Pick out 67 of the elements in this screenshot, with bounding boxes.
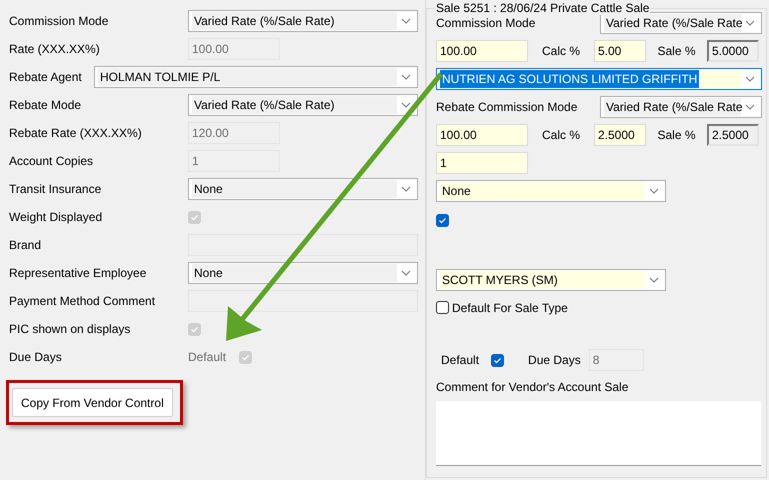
field-label: Representative Employee	[9, 265, 146, 282]
field-label: Calc %	[542, 127, 580, 144]
field-label: Weight Displayed	[9, 209, 102, 226]
field-label: Transit Insurance	[9, 181, 102, 198]
input-field[interactable]	[188, 234, 418, 256]
dropdown[interactable]: HOLMAN TOLMIE P/L	[94, 66, 418, 88]
dropdown[interactable]: None	[188, 178, 418, 200]
field-label: Rebate Rate (XXX.XX%)	[9, 125, 142, 142]
input-field[interactable]: 1	[436, 152, 528, 174]
chevron-down-icon	[745, 104, 755, 110]
dropdown[interactable]: SCOTT MYERS (SM)	[436, 268, 666, 290]
input-field[interactable]: 120.00	[188, 122, 280, 144]
checkmark-icon	[190, 212, 199, 222]
input-field[interactable]	[188, 290, 418, 312]
field-label: Commission Mode	[9, 13, 108, 30]
input-field[interactable]: 2.5000	[594, 124, 646, 146]
field-label: PIC shown on displays	[9, 321, 130, 338]
input-field[interactable]: 100.00	[436, 124, 528, 146]
chevron-down-icon	[401, 74, 411, 80]
field-label: Payment Method Comment	[9, 293, 156, 310]
field-label: Sale %	[657, 127, 696, 144]
chevron-down-icon	[401, 186, 411, 192]
chevron-down-icon	[745, 76, 755, 82]
dropdown[interactable]: Varied Rate (%/Sale Rate	[600, 96, 762, 118]
default-label: Default	[188, 349, 226, 366]
checkmark-icon	[493, 356, 502, 364]
field-label: Rebate Agent	[9, 69, 82, 86]
field-label: Default	[441, 352, 480, 369]
input-field[interactable]: 5.0000	[707, 40, 759, 62]
dropdown[interactable]: None	[436, 180, 666, 202]
input-field[interactable]: 1	[188, 150, 280, 172]
checkbox[interactable]	[436, 301, 449, 314]
dropdown[interactable]: Varied Rate (%/Sale Rate)	[188, 10, 418, 32]
checkmark-icon	[241, 352, 250, 362]
checkmark-icon	[190, 324, 199, 334]
field-label: Sale %	[657, 43, 696, 60]
field-label: Rebate Commission Mode	[436, 99, 578, 116]
chevron-down-icon	[649, 276, 659, 282]
input-field[interactable]: 100.00	[436, 40, 528, 62]
field-label: Rate (XXX.XX%)	[9, 41, 100, 58]
field-label: Comment for Vendor's Account Sale	[436, 379, 628, 396]
field-label: Due Days	[9, 349, 62, 366]
input-field[interactable]: 8	[588, 349, 644, 371]
input-field[interactable]: 2.5000	[707, 124, 759, 146]
field-label: Brand	[9, 237, 42, 254]
field-label: Default For Sale Type	[452, 300, 568, 316]
field-label: Calc %	[542, 43, 580, 60]
chevron-down-icon	[649, 188, 659, 194]
chevron-down-icon	[401, 270, 411, 276]
chevron-down-icon	[745, 20, 755, 26]
copy-from-vendor-button[interactable]: Copy From Vendor Control	[12, 388, 173, 417]
dropdown[interactable]: Varied Rate (%/Sale Rate)	[188, 94, 418, 116]
group-title: Sale 5251 : 28/06/24 Private Cattle Sale	[435, 1, 650, 15]
dropdown[interactable]: Varied Rate (%/Sale Rate	[600, 12, 762, 34]
field-label: Account Copies	[9, 153, 94, 170]
checkbox[interactable]	[491, 354, 504, 366]
dropdown[interactable]: None	[188, 262, 418, 284]
input-field[interactable]: 100.00	[188, 38, 280, 60]
field-label: Due Days	[528, 353, 581, 367]
field-label: Commission Mode	[436, 15, 536, 32]
dropdown[interactable]: NUTRIEN AG SOLUTIONS LIMITED GRIFFITH	[436, 68, 762, 90]
input-field[interactable]: 5.00	[594, 40, 646, 62]
chevron-down-icon	[401, 102, 411, 108]
field-label: Rebate Mode	[9, 97, 82, 114]
checkmark-icon	[438, 216, 447, 224]
checkbox[interactable]	[436, 214, 449, 226]
chevron-down-icon	[401, 18, 411, 24]
